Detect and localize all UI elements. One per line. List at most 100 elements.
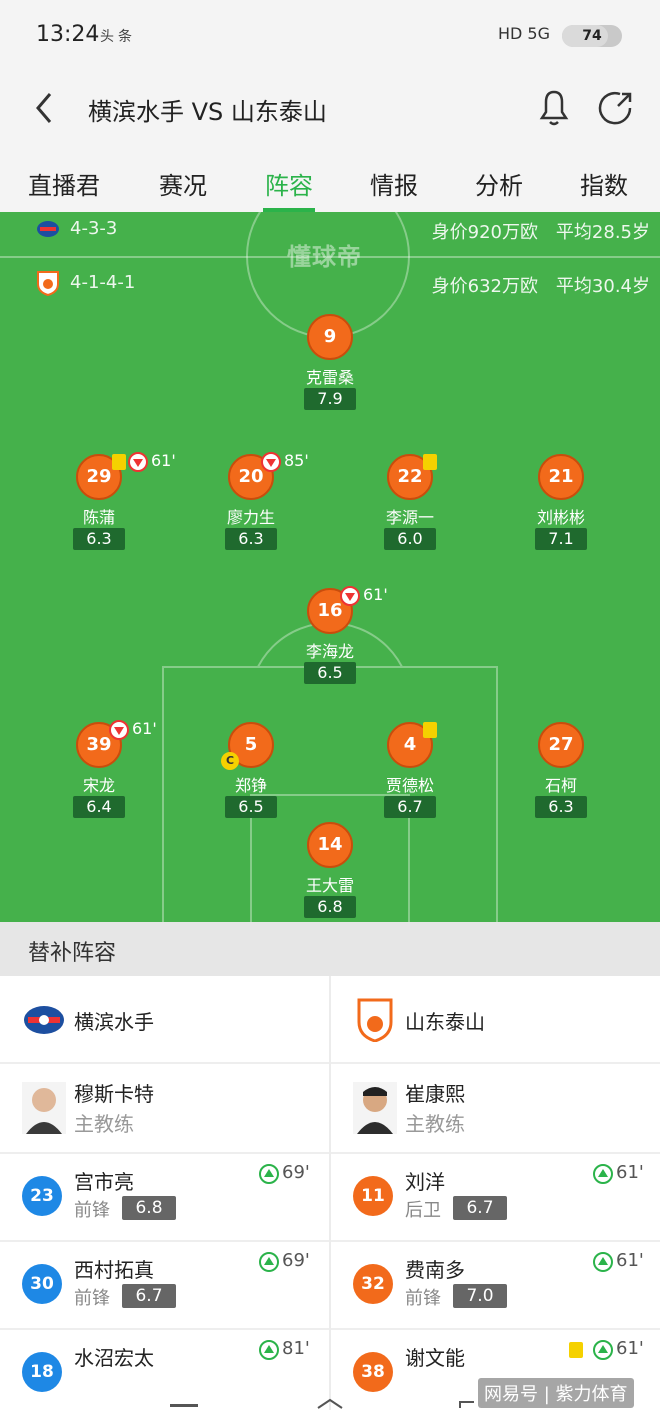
status-time: 13:24 [36, 22, 100, 47]
player-card[interactable]: 5 C 郑铮 6.5 [191, 722, 311, 822]
sub-time: 61' [132, 719, 157, 738]
tab-intel[interactable]: 情报 [370, 166, 418, 201]
sub-player-row[interactable]: 23 宫市亮 前锋 6.8 69' [0, 1154, 329, 1242]
nav-back-icon [459, 1401, 474, 1408]
sub-off-icon [261, 452, 281, 472]
player-card[interactable]: 29 61' 陈蒲 6.3 [39, 451, 176, 554]
sub-number: 38 [353, 1352, 393, 1392]
sub-on-icon [259, 1164, 279, 1184]
home-team-logo-icon [24, 1006, 64, 1034]
away-subs-column: 山东泰山 崔康熙 主教练 11 刘洋 后卫 6.7 61' 32 费南多 前锋 … [331, 976, 660, 1410]
away-formation: 4-1-4-1 [70, 272, 136, 293]
player-number: 9 [307, 314, 353, 360]
coach-avatar [22, 1082, 66, 1134]
player-card[interactable]: 16 61' 李海龙 6.5 [270, 585, 390, 688]
player-name: 廖力生 [226, 508, 275, 527]
sub-on-time: 61' [616, 1338, 644, 1359]
home-team-info: 4-3-3 身价920万欧 平均28.5岁 [0, 212, 660, 252]
nav-menu-icon [170, 1404, 198, 1407]
player-rating: 7.9 [304, 388, 356, 410]
back-arrow-icon[interactable] [30, 88, 60, 128]
sub-time: 61' [363, 585, 388, 604]
away-value: 身价632万欧 [431, 276, 538, 297]
sub-on-time: 61' [616, 1162, 644, 1183]
player-card[interactable]: 22 李源一 6.0 [350, 454, 470, 554]
sub-on-time: 61' [616, 1250, 644, 1271]
coach-avatar [353, 1082, 397, 1134]
yellow-card-icon [423, 454, 437, 470]
sub-time: 85' [284, 451, 309, 470]
player-name: 贾德松 [385, 776, 434, 795]
player-number: 21 [538, 454, 584, 500]
sub-name: 宫市亮 [74, 1170, 134, 1194]
tab-match[interactable]: 赛况 [159, 166, 207, 201]
sub-on-time: 69' [282, 1162, 310, 1183]
player-rating: 6.7 [384, 796, 436, 818]
tab-lineup[interactable]: 阵容 [265, 166, 313, 201]
tab-live[interactable]: 直播君 [28, 166, 100, 201]
player-name: 王大雷 [305, 876, 354, 895]
sub-name: 水沼宏太 [74, 1346, 154, 1370]
player-name: 李源一 [385, 508, 434, 527]
tab-odds[interactable]: 指数 [580, 166, 628, 201]
player-card[interactable]: 20 85' 廖力生 6.3 [191, 451, 311, 554]
app-header: 横滨水手 VS 山东泰山 [0, 70, 660, 150]
away-team-row: 山东泰山 [331, 976, 660, 1064]
sub-on-icon [593, 1340, 613, 1360]
player-name: 石柯 [544, 776, 577, 795]
sub-rating: 7.0 [453, 1284, 507, 1308]
coach-row[interactable]: 穆斯卡特 主教练 [0, 1064, 329, 1154]
sub-name: 刘洋 [405, 1170, 445, 1194]
player-name: 郑铮 [234, 776, 267, 795]
player-rating: 6.5 [304, 662, 356, 684]
player-name: 克雷桑 [305, 368, 354, 387]
sub-number: 11 [353, 1176, 393, 1216]
yellow-card-icon [423, 722, 437, 738]
yellow-card-icon [569, 1342, 583, 1358]
sub-name: 费南多 [405, 1258, 465, 1282]
away-team-info: 4-1-4-1 身价632万欧 平均30.4岁 [0, 266, 660, 306]
sub-player-row[interactable]: 32 费南多 前锋 7.0 61' [331, 1242, 660, 1330]
home-team-badge-icon [37, 221, 59, 237]
coach-name: 穆斯卡特 [74, 1082, 154, 1106]
player-card[interactable]: 9 克雷桑 7.9 [270, 314, 390, 414]
sub-position: 后卫 [405, 1200, 441, 1221]
player-number: 14 [307, 822, 353, 868]
sub-off-icon [340, 586, 360, 606]
player-card[interactable]: 39 61' 宋龙 6.4 [39, 719, 159, 822]
player-rating: 7.1 [535, 528, 587, 550]
player-card[interactable]: 4 贾德松 6.7 [350, 722, 470, 822]
player-rating: 6.3 [535, 796, 587, 818]
player-name: 刘彬彬 [536, 508, 585, 527]
player-name: 李海龙 [305, 642, 354, 661]
sub-number: 18 [22, 1352, 62, 1392]
notification-icons: 头条 [100, 29, 136, 45]
player-number: 27 [538, 722, 584, 768]
tab-analysis[interactable]: 分析 [475, 166, 523, 201]
bell-icon[interactable] [534, 86, 574, 130]
sub-on-time: 69' [282, 1250, 310, 1271]
away-team-logo-icon [357, 998, 393, 1042]
away-avg-age: 平均30.4岁 [555, 276, 650, 297]
player-card[interactable]: 21 刘彬彬 7.1 [501, 454, 621, 554]
sub-number: 23 [22, 1176, 62, 1216]
player-rating: 6.3 [225, 528, 277, 550]
sub-player-row[interactable]: 11 刘洋 后卫 6.7 61' [331, 1154, 660, 1242]
player-rating: 6.5 [225, 796, 277, 818]
player-name: 陈蒲 [82, 508, 115, 527]
page-title: 横滨水手 VS 山东泰山 [88, 98, 327, 126]
sub-name: 谢文能 [405, 1346, 465, 1370]
player-card[interactable]: 27 石柯 6.3 [501, 722, 621, 822]
away-team-badge-icon [37, 271, 59, 296]
sub-number: 32 [353, 1264, 393, 1304]
home-team-row: 横滨水手 [0, 976, 329, 1064]
sub-player-row[interactable]: 30 西村拓真 前锋 6.7 69' [0, 1242, 329, 1330]
home-formation: 4-3-3 [70, 218, 118, 239]
share-icon[interactable] [596, 86, 636, 130]
player-name: 宋龙 [82, 776, 115, 795]
sub-rating: 6.8 [122, 1196, 176, 1220]
player-card[interactable]: 14 王大雷 6.8 [270, 822, 390, 922]
home-avg-age: 平均28.5岁 [555, 222, 650, 243]
coach-row[interactable]: 崔康熙 主教练 [331, 1064, 660, 1154]
sub-rating: 6.7 [122, 1284, 176, 1308]
